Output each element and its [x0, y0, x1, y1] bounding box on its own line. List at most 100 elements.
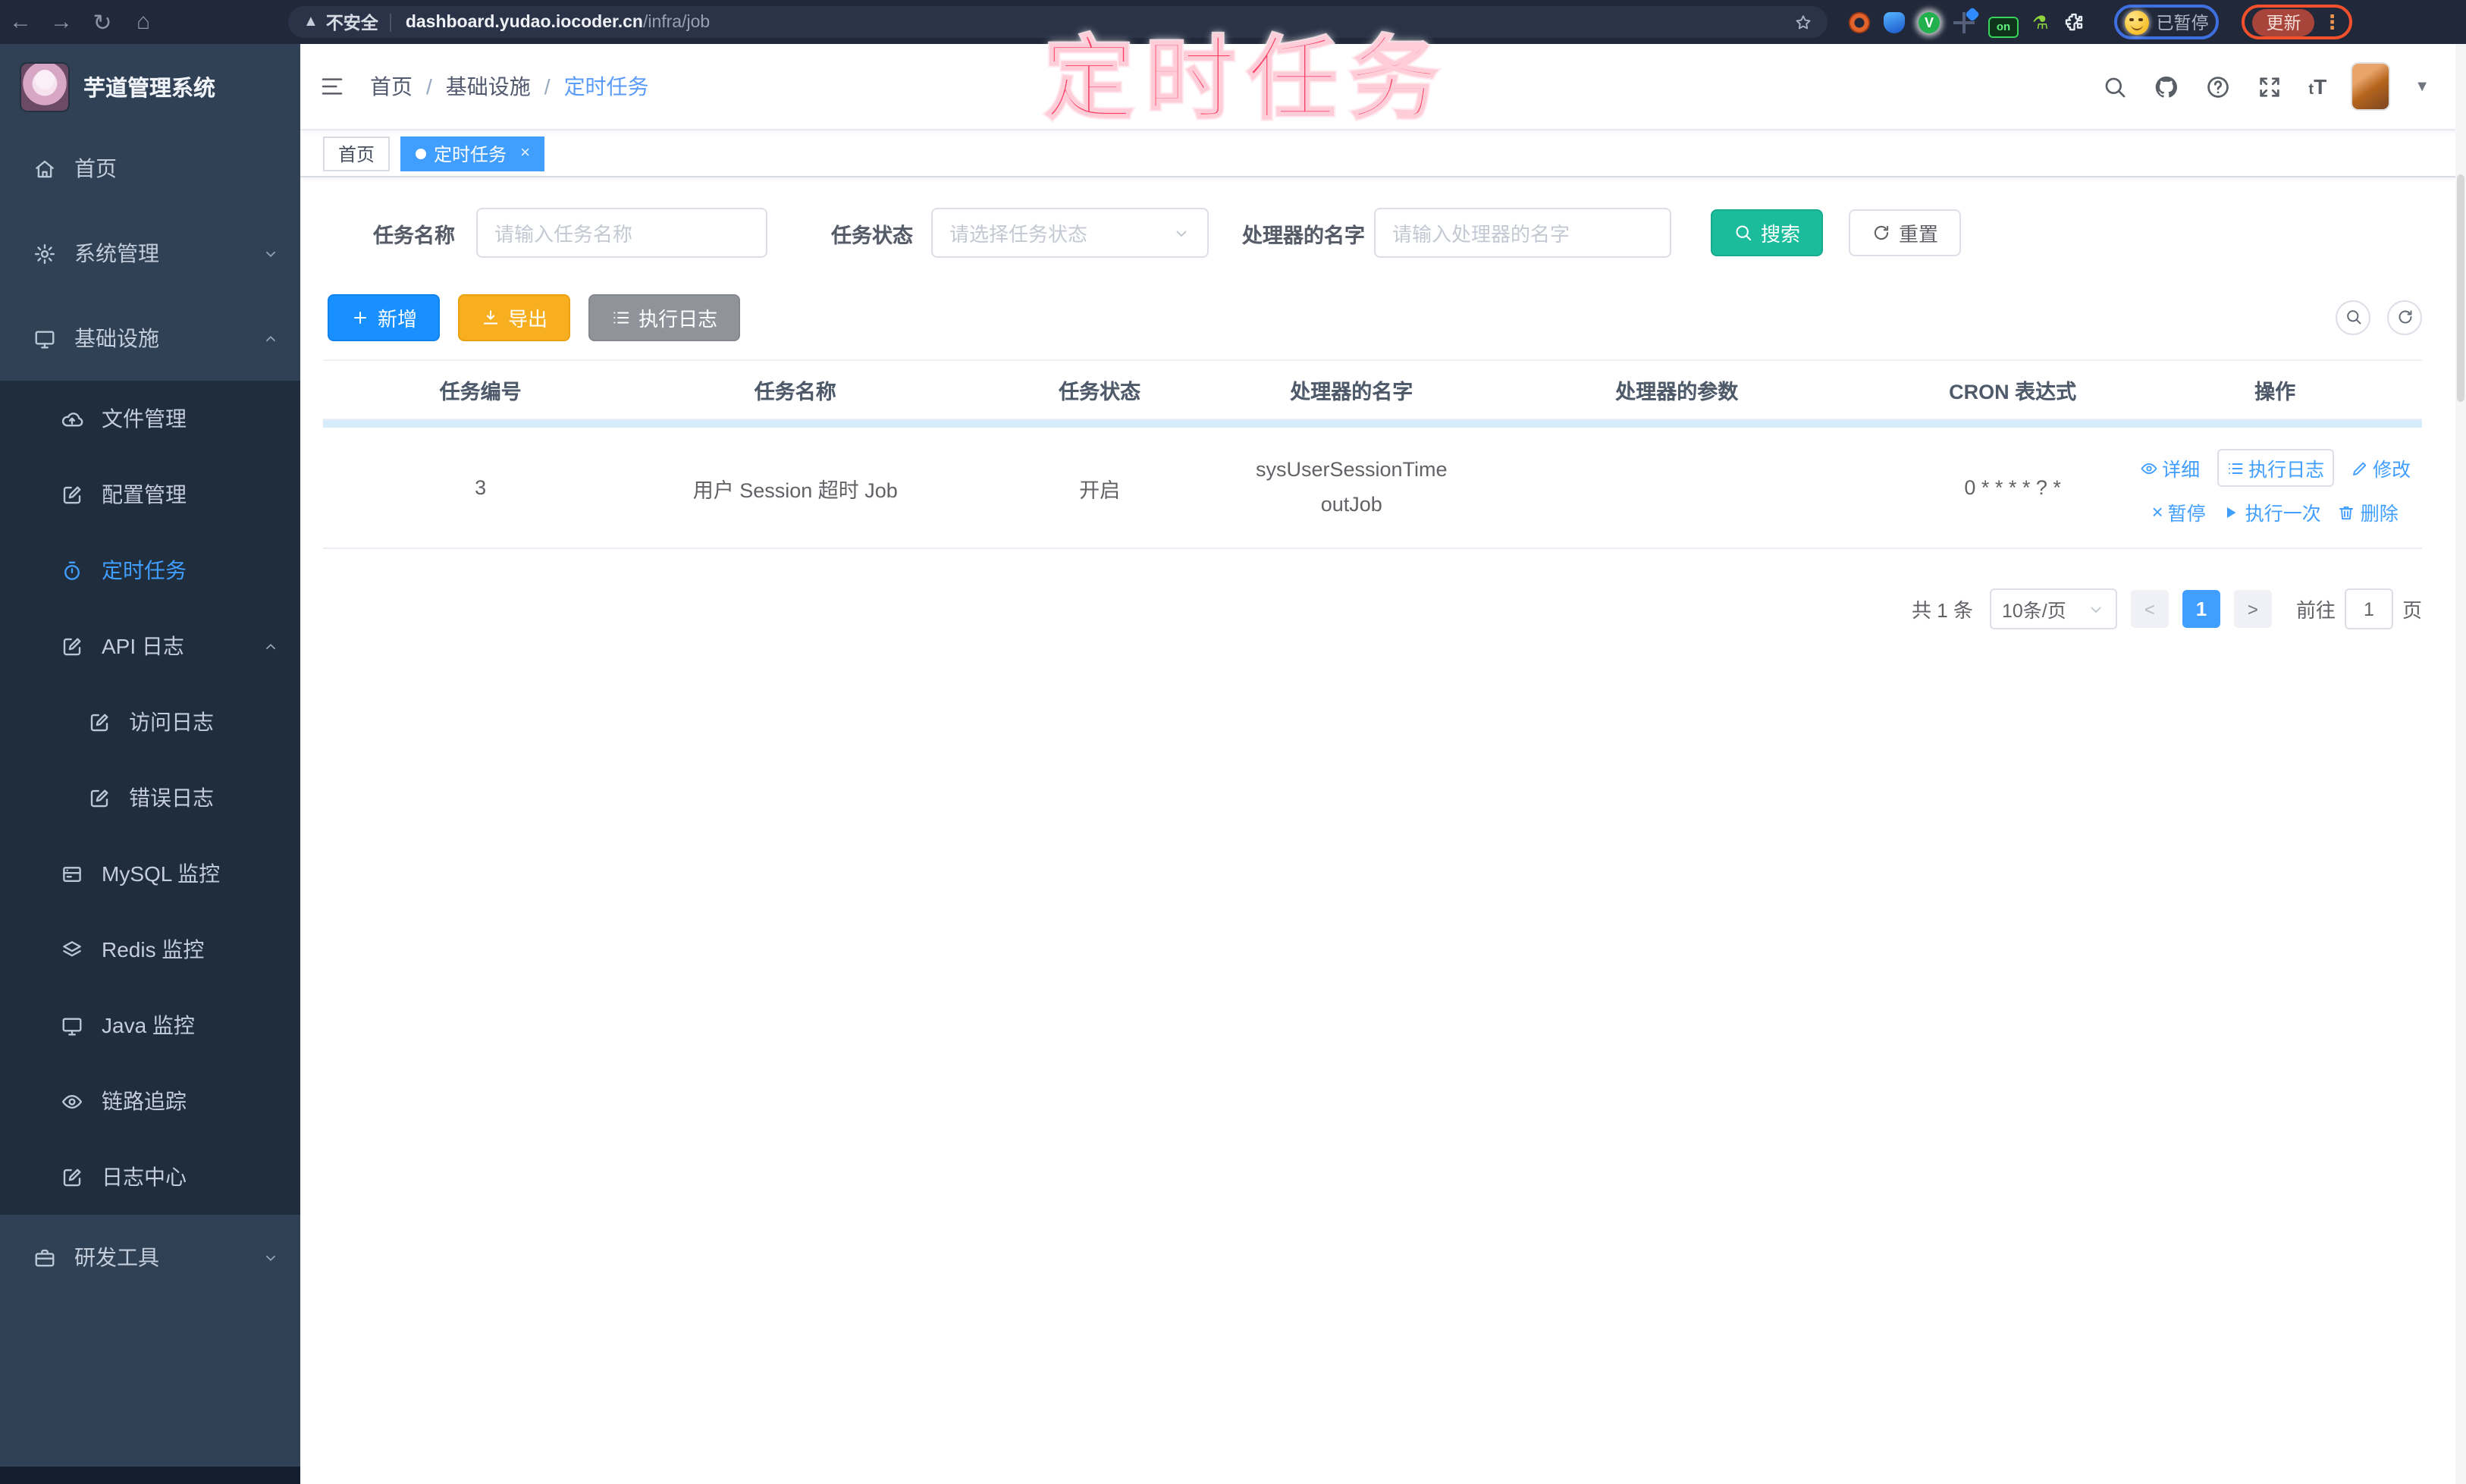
action-edit-link[interactable]: 修改	[2350, 453, 2411, 482]
bookmark-star-icon[interactable]	[1794, 13, 1812, 31]
refresh-icon	[1871, 223, 1891, 243]
col-header-handler: 处理器的名字	[1290, 381, 1413, 403]
sidebar-collapse-icon[interactable]	[318, 74, 346, 99]
table-row[interactable]: 3 用户 Session 超时 Job 开启 sysUserSessionTim…	[323, 428, 2422, 549]
sidebar-item-system[interactable]: 系统管理	[0, 211, 300, 296]
page-size-select[interactable]: 10条/页	[1989, 588, 2117, 629]
job-status-label: 任务状态	[831, 224, 913, 246]
action-delete-link[interactable]: 删除	[2338, 497, 2399, 526]
action-exec-log-link[interactable]: 执行日志	[2217, 449, 2334, 487]
timer-icon	[61, 559, 83, 582]
reset-button[interactable]: 重置	[1849, 209, 1962, 256]
sidebar-item-tracing[interactable]: 链路追踪	[0, 1063, 300, 1139]
action-pause-link[interactable]: × 暂停	[2151, 497, 2205, 526]
add-button[interactable]: 新增	[328, 293, 441, 340]
sidebar-item-api-log[interactable]: API 日志	[0, 608, 300, 684]
sidebar-item-label: 基础设施	[74, 326, 159, 350]
col-header-actions: 操作	[2254, 381, 2296, 403]
browser-menu-icon[interactable]: ⋮	[2323, 12, 2342, 32]
table-header-highlight	[323, 420, 2422, 428]
sidebar-item-error-log[interactable]: 错误日志	[0, 760, 300, 836]
trash-icon	[2338, 503, 2356, 521]
refresh-button[interactable]	[2387, 300, 2422, 334]
search-button[interactable]: 搜索	[1711, 209, 1824, 256]
download-icon	[481, 307, 500, 327]
col-header-cron: CRON 表达式	[1949, 381, 2077, 403]
main-area: 首页 / 基础设施 / 定时任务 tT ▼ 首页 定时任务 × 任务名称 请输入…	[300, 44, 2466, 1484]
sidebar-item-access-log[interactable]: 访问日志	[0, 684, 300, 760]
export-button[interactable]: 导出	[458, 293, 571, 340]
extension-orange-icon[interactable]	[1849, 11, 1870, 33]
plus-icon	[350, 307, 370, 327]
sidebar-item-label: API 日志	[102, 634, 184, 658]
user-avatar[interactable]	[2352, 64, 2389, 109]
sidebar-item-file-manage[interactable]: 文件管理	[0, 381, 300, 456]
sidebar-item-dev-tools[interactable]: 研发工具	[0, 1215, 300, 1300]
sidebar-item-redis-monitor[interactable]: Redis 监控	[0, 911, 300, 987]
extensions-puzzle-icon[interactable]	[2063, 11, 2085, 33]
tab-home[interactable]: 首页	[323, 136, 391, 171]
chevron-down-icon	[1172, 224, 1191, 242]
help-icon[interactable]	[2205, 74, 2231, 99]
tab-scheduled-job[interactable]: 定时任务 ×	[400, 136, 545, 171]
breadcrumb-infra[interactable]: 基础设施	[446, 71, 531, 102]
placeholder-text: 请输入处理器的名字	[1392, 223, 1570, 246]
browser-update-button[interactable]: 更新	[2252, 8, 2315, 36]
extension-scope-icon[interactable]: ⚗	[2032, 11, 2049, 33]
search-form: 任务名称 请输入任务名称 任务状态 请选择任务状态 处理器的名字 请输入处理器的…	[323, 208, 2466, 258]
database-icon	[61, 862, 83, 885]
job-name-input[interactable]: 请输入任务名称	[476, 208, 767, 258]
sidebar-item-log-center[interactable]: 日志中心	[0, 1139, 300, 1215]
job-status-select[interactable]: 请选择任务状态	[931, 208, 1209, 258]
sidebar-item-mysql-monitor[interactable]: MySQL 监控	[0, 836, 300, 911]
page-1-button[interactable]: 1	[2182, 590, 2220, 628]
address-bar[interactable]: ▲ 不安全 dashboard.yudao.iocoder.cn /infra/…	[288, 6, 1828, 38]
fullscreen-icon[interactable]	[2257, 74, 2282, 99]
sidebar-item-config-manage[interactable]: 配置管理	[0, 456, 300, 532]
sidebar-item-home[interactable]: 首页	[0, 126, 300, 211]
extension-grid-icon[interactable]	[1953, 11, 1975, 33]
next-page-button[interactable]: >	[2233, 590, 2272, 628]
browser-home-button[interactable]: ⌂	[123, 9, 164, 35]
extension-green-icon[interactable]: V	[1919, 11, 1940, 33]
extension-on-badge[interactable]: on	[1988, 16, 2019, 37]
avatar-caret-icon[interactable]: ▼	[2414, 78, 2430, 95]
tab-label: 首页	[338, 143, 375, 165]
profile-emoji-avatar[interactable]	[2124, 10, 2149, 34]
app-logo[interactable]: 芋道管理系统	[0, 44, 300, 129]
list-icon	[611, 307, 631, 327]
sidebar-item-label: 访问日志	[129, 710, 214, 734]
browser-forward-button[interactable]: →	[41, 9, 82, 35]
hide-search-button[interactable]	[2336, 300, 2370, 334]
search-icon[interactable]	[2102, 74, 2128, 99]
browser-back-button[interactable]: ←	[0, 9, 41, 35]
close-icon[interactable]: ×	[520, 144, 530, 162]
github-icon[interactable]	[2154, 74, 2179, 99]
action-run-once-link[interactable]: 执行一次	[2223, 497, 2321, 526]
sidebar-item-infra[interactable]: 基础设施	[0, 296, 300, 381]
security-label[interactable]: 不安全	[326, 10, 378, 34]
cell-job-name: 用户 Session 超时 Job	[692, 478, 898, 501]
extension-blue-icon[interactable]	[1884, 11, 1905, 33]
exec-log-button[interactable]: 执行日志	[588, 293, 741, 340]
sidebar-item-scheduled-job[interactable]: 定时任务	[0, 532, 300, 608]
active-tab-dot	[416, 148, 427, 158]
page-scrollbar[interactable]	[2455, 44, 2466, 1484]
sidebar-item-label: 文件管理	[102, 406, 187, 431]
goto-page-input[interactable]: 1	[2344, 588, 2393, 629]
font-size-icon[interactable]: tT	[2308, 75, 2326, 98]
scrollbar-thumb[interactable]	[2457, 174, 2464, 402]
browser-reload-button[interactable]: ↻	[82, 8, 123, 36]
sidebar-item-label: 定时任务	[102, 558, 187, 582]
prev-page-button[interactable]: <	[2130, 590, 2169, 628]
breadcrumb-current[interactable]: 定时任务	[564, 71, 649, 102]
access-log-icon	[88, 711, 111, 733]
handler-name-input[interactable]: 请输入处理器的名字	[1374, 208, 1671, 258]
sidebar-item-java-monitor[interactable]: Java 监控	[0, 987, 300, 1063]
sidebar-item-label: 系统管理	[74, 241, 159, 265]
col-header-id: 任务编号	[439, 381, 522, 403]
breadcrumb-home[interactable]: 首页	[370, 71, 413, 102]
action-detail-link[interactable]: 详细	[2139, 453, 2200, 482]
sidebar-menu: 首页 系统管理 基础设施 文件管理 配置管理 定时任务 API 日志 访问日志 …	[0, 126, 300, 1300]
eye-icon	[2139, 459, 2157, 477]
